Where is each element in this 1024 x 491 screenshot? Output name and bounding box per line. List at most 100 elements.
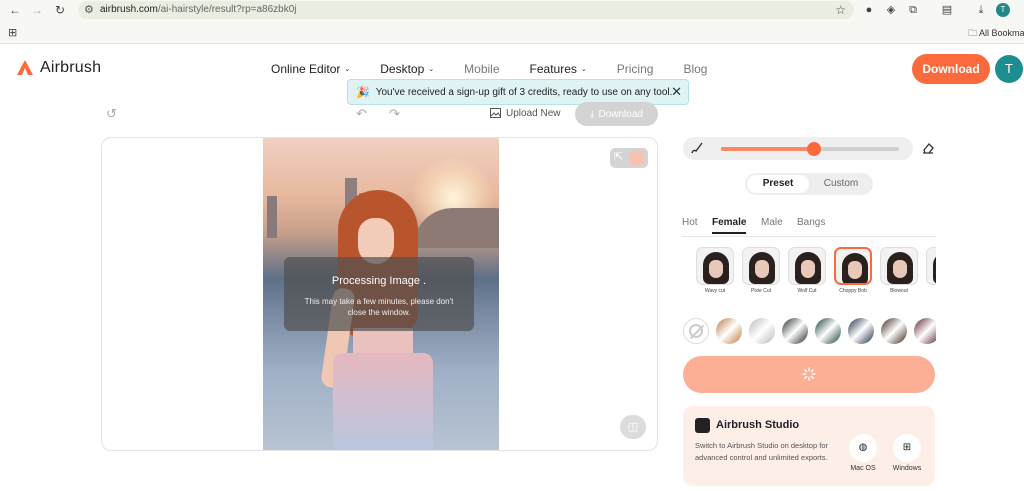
airbrush-logo[interactable]: Airbrush	[16, 59, 101, 77]
user-avatar[interactable]: T	[995, 55, 1023, 83]
brush-size-thumb[interactable]	[806, 142, 821, 156]
hairstyle-option[interactable]: Sh	[925, 247, 936, 294]
reset-icon[interactable]: ↺	[106, 106, 117, 122]
browser-toolbar: ← → ↻ ⚙ airbrush.com/ai-hairstyle/result…	[0, 0, 1024, 20]
back-icon[interactable]: ←	[8, 3, 22, 17]
download-icon: ⤓	[590, 108, 595, 120]
split-view-button[interactable]: ◫	[620, 415, 646, 439]
nav-features[interactable]: Features ⌄	[530, 62, 587, 76]
cursor-icon: ⇱	[614, 151, 624, 163]
header-download-button[interactable]: Download	[912, 54, 990, 84]
extension-icon[interactable]: ●	[862, 3, 876, 17]
brush-size-control	[683, 137, 913, 160]
airbrush-logo-icon	[17, 60, 33, 75]
download-tray-icon[interactable]: ⤓	[974, 3, 988, 17]
extension-icon[interactable]: ◈	[884, 3, 898, 17]
windows-icon: ⊞	[893, 434, 921, 462]
hairstyle-option[interactable]: Pixie Cut	[741, 247, 781, 294]
chevron-down-icon: ⌄	[344, 66, 351, 73]
nav-pricing[interactable]: Pricing	[617, 62, 654, 76]
airbrush-studio-logo-icon	[695, 418, 710, 433]
nav-blog[interactable]: Blog	[683, 62, 707, 76]
nav-label: Pricing	[616, 62, 654, 76]
windows-label: Windows	[892, 465, 922, 472]
nav-online-editor[interactable]: Online Editor ⌄	[271, 62, 350, 76]
tab-bangs[interactable]: Bangs	[797, 217, 825, 228]
hairstyle-option[interactable]: Choppy Bob	[833, 247, 873, 294]
hair-color-list	[683, 318, 936, 344]
site-info-icon[interactable]: ⚙	[84, 3, 94, 16]
chevron-down-icon: ⌄	[580, 66, 587, 73]
profile-avatar[interactable]: T	[996, 3, 1010, 17]
eraser-icon[interactable]	[921, 141, 935, 155]
color-swatch-black-green[interactable]	[782, 318, 808, 344]
image-canvas: Processing Image . This may take a few m…	[101, 137, 658, 451]
all-bookmarks-label: All Bookmar	[979, 28, 1024, 38]
url-host: airbrush.com	[100, 4, 158, 15]
puzzle-icon[interactable]: ⧉	[906, 3, 920, 17]
color-swatch-burgundy[interactable]	[914, 318, 936, 344]
undo-icon[interactable]: ↶	[356, 106, 367, 122]
processing-title: Processing Image .	[331, 275, 427, 287]
main-nav: Online Editor ⌄ Desktop ⌄ Mobile Features ⌄…	[271, 62, 737, 76]
redo-icon[interactable]: ↷	[389, 106, 400, 122]
result-download-label: Download	[598, 108, 643, 120]
photo-skirt	[333, 353, 433, 450]
color-swatch-silver[interactable]	[749, 318, 775, 344]
apps-grid-icon[interactable]: ⊞	[8, 26, 17, 39]
party-popper-icon: 🎉	[356, 86, 370, 99]
windows-download[interactable]: ⊞ Windows	[890, 434, 924, 472]
media-icon[interactable]: ▤	[940, 3, 954, 17]
face-shape	[755, 260, 769, 278]
hairstyle-thumbnail	[880, 247, 918, 285]
bookmark-star-icon[interactable]: ☆	[835, 3, 846, 17]
reload-icon[interactable]: ↻	[53, 3, 67, 17]
close-icon[interactable]: ✕	[671, 84, 682, 100]
studio-description: Switch to Airbrush Studio on desktop for…	[695, 441, 828, 462]
color-swatch-dark-brown[interactable]	[881, 318, 907, 344]
hairstyle-option[interactable]: Wavy cut	[695, 247, 735, 294]
color-swatch-black-blue[interactable]	[848, 318, 874, 344]
image-upload-icon	[490, 108, 501, 118]
tab-female[interactable]: Female	[712, 217, 747, 234]
hairstyle-label: Wolf Cut	[797, 288, 817, 294]
upload-new-button[interactable]: Upload New	[490, 107, 560, 119]
processing-text: This may take a few minutes, please don'…	[304, 297, 454, 317]
mode-custom[interactable]: Custom	[811, 175, 871, 193]
compare-toggle[interactable]: ⇱	[610, 148, 648, 168]
mode-preset[interactable]: Preset	[747, 175, 809, 193]
apple-icon: ◍	[849, 434, 877, 462]
hairstyle-option[interactable]: Blowout	[879, 247, 919, 294]
loading-spinner-icon	[802, 367, 816, 381]
macos-download[interactable]: ◍ Mac OS	[846, 434, 880, 472]
face-shape	[893, 260, 907, 278]
hairstyle-label: Blowout	[890, 288, 908, 294]
all-bookmarks[interactable]: 🗀 All Bookmar	[968, 26, 1024, 42]
nav-mobile[interactable]: Mobile	[464, 62, 499, 76]
color-swatch-black-teal[interactable]	[815, 318, 841, 344]
forward-icon[interactable]: →	[30, 3, 44, 17]
brush-icon[interactable]	[690, 141, 704, 155]
face-shape	[709, 260, 723, 278]
result-download-button[interactable]: ⤓ Download	[575, 102, 658, 126]
nav-desktop[interactable]: Desktop ⌄	[380, 62, 434, 76]
generate-button[interactable]	[683, 356, 935, 393]
upload-new-label: Upload New	[506, 107, 561, 119]
address-bar[interactable]: ⚙ airbrush.com/ai-hairstyle/result?rp=a8…	[78, 1, 854, 19]
tab-hot[interactable]: Hot	[682, 217, 698, 228]
brush-size-slider[interactable]	[721, 142, 899, 156]
photo-building	[267, 196, 277, 238]
hairstyle-option[interactable]: Wolf Cut	[787, 247, 827, 294]
hairstyle-thumbnail	[696, 247, 734, 285]
airbrush-studio-card: Airbrush Studio Switch to Airbrush Studi…	[683, 406, 935, 486]
hair-shape	[933, 252, 936, 284]
hairstyle-thumbnail	[926, 247, 936, 285]
color-swatch-golden-brown[interactable]	[716, 318, 742, 344]
brush-size-fill	[721, 147, 814, 151]
style-category-tabs: Hot Female Male Bangs	[682, 214, 936, 237]
no-color-swatch[interactable]	[683, 318, 709, 344]
tab-male[interactable]: Male	[761, 217, 783, 228]
hairstyle-list: Wavy cut Pixie Cut Wolf Cut Choppy Bob Blowo…	[683, 247, 936, 302]
hairstyle-label: Choppy Bob	[839, 288, 867, 294]
studio-title: Airbrush Studio	[716, 419, 800, 431]
